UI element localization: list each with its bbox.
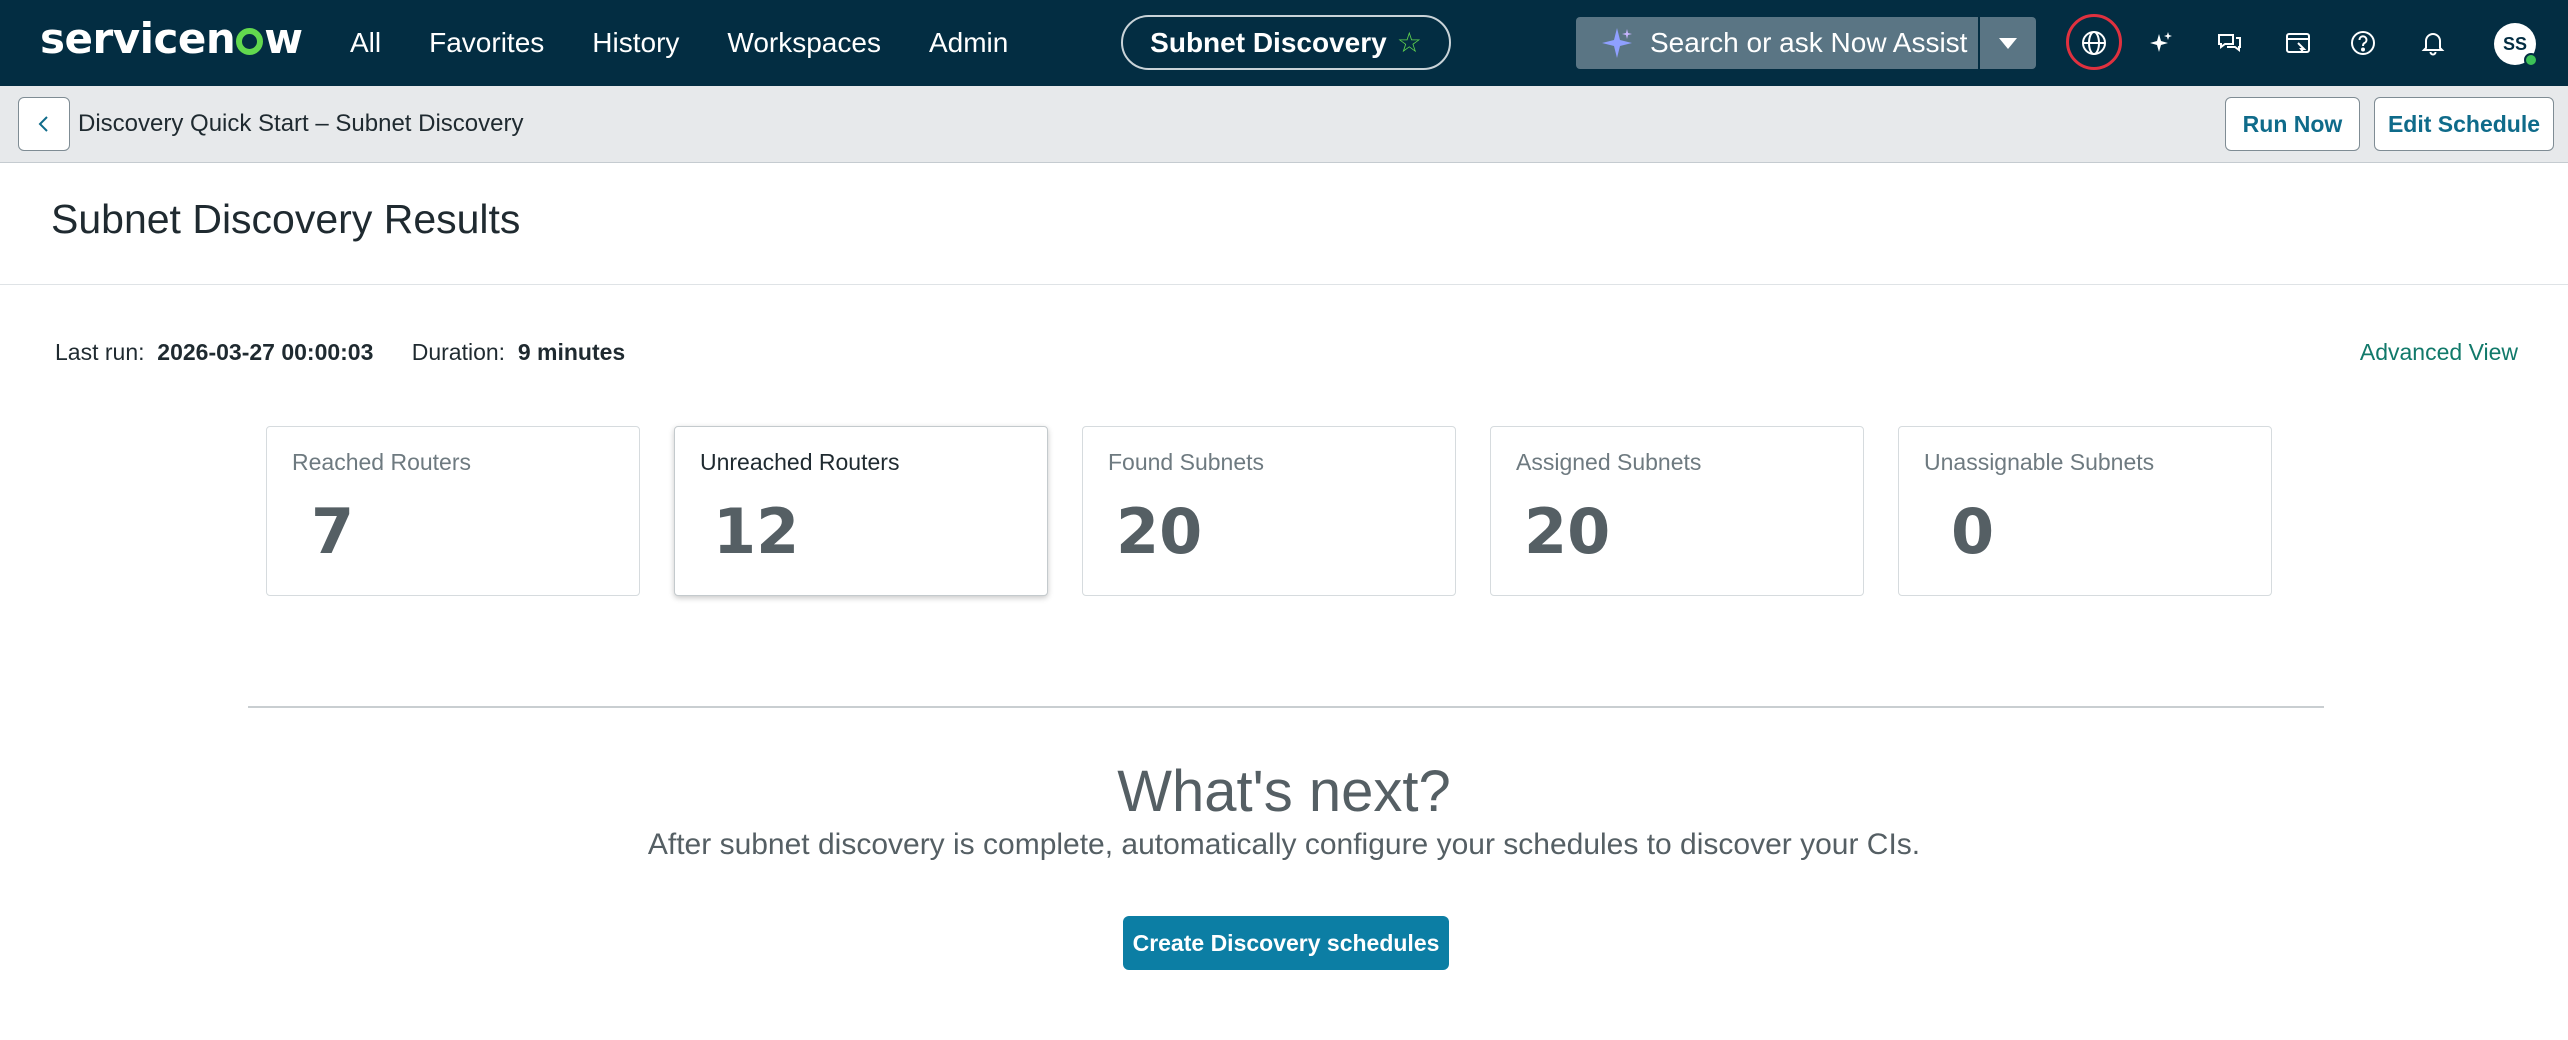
back-button[interactable] [18, 97, 70, 151]
nav-favorites[interactable]: Favorites [429, 27, 544, 59]
whats-next-heading: What's next? [1117, 759, 1451, 824]
card-unassignable-subnets[interactable]: Unassignable Subnets 0 [1898, 426, 2272, 596]
divider [0, 284, 2568, 285]
help-icon[interactable] [2342, 22, 2384, 64]
run-now-button[interactable]: Run Now [2225, 97, 2360, 151]
nav-workspaces[interactable]: Workspaces [727, 27, 881, 59]
main-nav-links: All Favorites History Workspaces Admin [350, 0, 1056, 86]
context-pill-label: Subnet Discovery [1150, 26, 1387, 58]
card-value: 12 [713, 495, 800, 568]
top-navigation-bar: servicen w All Favorites History Workspac… [0, 0, 2568, 86]
whats-next-description: After subnet discovery is complete, auto… [647, 828, 1921, 861]
card-reached-routers[interactable]: Reached Routers 7 [266, 426, 640, 596]
breadcrumb: Discovery Quick Start – Subnet Discovery [78, 110, 524, 137]
card-label: Unreached Routers [700, 449, 900, 475]
bell-icon[interactable] [2412, 22, 2454, 64]
chat-icon[interactable] [2208, 22, 2250, 64]
servicenow-logo[interactable]: servicen w [40, 14, 303, 63]
avatar[interactable]: SS [2494, 23, 2538, 67]
search-dropdown-button[interactable] [1980, 17, 2036, 69]
advanced-view-link[interactable]: Advanced View [2360, 339, 2518, 366]
last-run-value: 2026-03-27 00:00:03 [157, 339, 374, 365]
card-label: Found Subnets [1108, 449, 1265, 475]
page-title: Subnet Discovery Results [51, 196, 521, 242]
workspace-icon[interactable] [2277, 22, 2319, 64]
run-meta: Last run: 2026-03-27 00:00:03 Duration: … [55, 339, 625, 366]
chevron-down-icon [1999, 37, 2017, 49]
card-value: 7 [311, 495, 355, 568]
nav-history[interactable]: History [592, 27, 679, 59]
card-value: 0 [1951, 495, 1995, 568]
section-divider [248, 706, 2324, 708]
nav-all[interactable]: All [350, 27, 381, 59]
card-unreached-routers[interactable]: Unreached Routers 12 [674, 426, 1048, 596]
last-run-label: Last run: [55, 339, 145, 365]
status-online-dot [2524, 53, 2538, 67]
card-label: Reached Routers [292, 449, 471, 475]
card-label: Unassignable Subnets [1924, 449, 2155, 475]
nav-admin[interactable]: Admin [929, 27, 1008, 59]
card-value: 20 [1524, 495, 1611, 568]
card-value: 20 [1116, 495, 1203, 568]
duration-value: 9 minutes [517, 339, 626, 365]
sub-header: Discovery Quick Start – Subnet Discovery… [0, 86, 2568, 163]
context-pill[interactable]: Subnet Discovery ☆ [1121, 15, 1451, 70]
now-assist-sparkle-icon [1602, 28, 1632, 58]
card-assigned-subnets[interactable]: Assigned Subnets 20 [1490, 426, 1864, 596]
avatar-initials: SS [2502, 33, 2527, 54]
edit-schedule-button[interactable]: Edit Schedule [2374, 97, 2554, 151]
chevron-left-icon [38, 116, 48, 132]
globe-icon[interactable] [2073, 22, 2115, 64]
create-discovery-schedules-button[interactable]: Create Discovery schedules [1123, 916, 1449, 970]
duration-label: Duration: [411, 339, 506, 365]
search-placeholder: Search or ask Now Assist [1650, 27, 1968, 58]
sparkle-icon[interactable] [2140, 22, 2182, 64]
search-input[interactable]: Search or ask Now Assist [1576, 17, 1978, 69]
favorite-star-icon[interactable]: ☆ [1397, 26, 1422, 59]
card-found-subnets[interactable]: Found Subnets 20 [1082, 426, 1456, 596]
card-label: Assigned Subnets [1516, 449, 1702, 475]
